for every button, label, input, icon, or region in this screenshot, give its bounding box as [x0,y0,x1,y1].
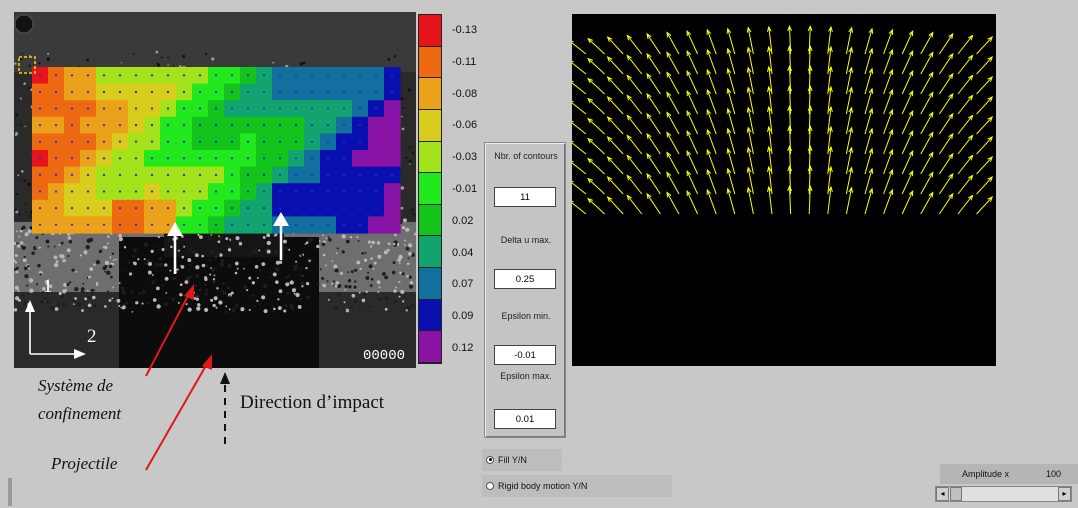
amplitude-value: 100 [1046,469,1062,479]
colorbar-segment [419,46,441,79]
impact-direction-arrow [220,372,230,444]
contour-control-panel: Nbr. of contours Delta u max. Epsilon mi… [484,142,566,438]
fill-label: Fill Y/N [498,455,527,465]
colorbar-segment [419,204,441,237]
colorbar-segment [419,173,441,205]
colorbar-tick-label: -0.01 [452,183,478,195]
colorbar-segment [419,331,441,363]
slider-left-arrow-icon[interactable]: ◂ [936,487,949,501]
amplitude-label: Amplitude x [962,469,1010,479]
strain-image-panel: 1 2 00000 [14,12,416,368]
colorbar-segment [419,268,441,300]
rigid-option[interactable]: Rigid body motion Y/N [482,475,672,497]
systeme-label-line2: confinement [38,404,122,423]
colorbar-tick-label: -0.11 [452,55,477,68]
eps-max-label: Epsilon max. [500,371,552,381]
amplitude-slider[interactable]: ◂ ▸ [935,486,1072,502]
eps-max-input[interactable] [494,409,556,429]
colorbar-segment [419,78,441,110]
colorbar-tick-label: -0.06 [452,119,478,132]
frame-counter: 00000 [363,348,406,364]
eps-min-label: Epsilon min. [501,311,551,321]
colorbar-tick-label: 0.02 [452,214,474,227]
slider-right-arrow-icon[interactable]: ▸ [1058,487,1071,501]
colorbar [418,14,442,364]
eps-min-input[interactable] [494,345,556,365]
displacement-vector-panel [567,14,996,366]
colorbar-tick-label: 0.04 [452,246,474,259]
delta-input[interactable] [494,269,556,289]
colorbar-tick-label: -0.03 [452,151,478,164]
colorbar-tick-label: -0.08 [452,87,478,100]
delta-label: Delta u max. [500,235,552,245]
impact-direction-label: Direction d’impact [240,392,385,413]
left-edge-strip [8,478,12,506]
colorbar-tick-label: 0.09 [452,310,474,323]
amplitude-box: Amplitude x 100 [940,464,1078,484]
fill-option[interactable]: Fill Y/N [482,449,562,471]
colorbar-segment [419,236,441,269]
axis-2-label: 2 [87,326,97,347]
colorbar-segment [419,299,441,332]
slider-thumb[interactable] [950,487,962,501]
rigid-radio[interactable] [486,481,494,490]
colorbar-segment [419,15,441,47]
fill-radio[interactable] [486,455,494,464]
colorbar-segment [419,141,441,174]
contours-label: Nbr. of contours [494,151,558,161]
systeme-label-line1: Système de [38,376,114,395]
colorbar-tick-label: -0.13 [452,24,478,36]
colorbar-tick-label: 0.12 [452,342,474,354]
rigid-label: Rigid body motion Y/N [498,481,588,491]
contours-input[interactable] [494,187,556,207]
axis-1-label: 1 [43,276,53,297]
colorbar-tick-label: 0.07 [452,278,474,291]
colorbar-segment [419,109,441,142]
projectile-label: Projectile [51,454,118,473]
annotation-arrow-projectile [145,354,212,471]
